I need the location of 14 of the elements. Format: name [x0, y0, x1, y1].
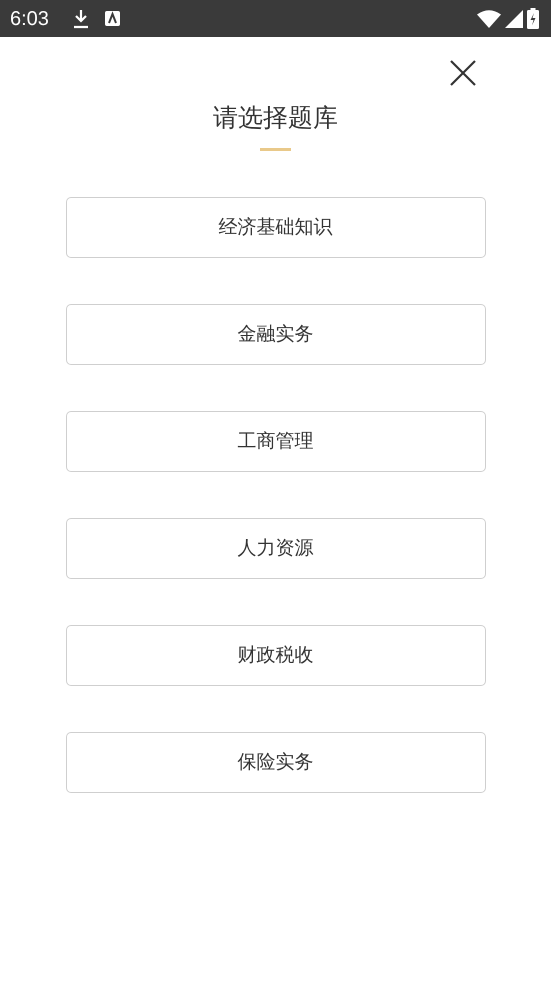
signal-icon [505, 10, 523, 28]
page-title: 请选择题库 [213, 102, 338, 134]
app-icon [104, 11, 120, 26]
battery-icon [527, 8, 539, 29]
subject-option[interactable]: 保险实务 [66, 732, 486, 792]
subject-option[interactable]: 经济基础知识 [66, 196, 486, 258]
download-icon [72, 8, 89, 28]
subject-option[interactable]: 财政税收 [66, 624, 486, 686]
title-underline [260, 148, 291, 150]
wifi-icon [477, 10, 501, 28]
subject-option[interactable]: 人力资源 [66, 518, 486, 578]
subject-option[interactable]: 金融实务 [66, 304, 486, 364]
status-time: 6:03 [10, 6, 49, 32]
subject-option[interactable]: 工商管理 [66, 410, 486, 472]
